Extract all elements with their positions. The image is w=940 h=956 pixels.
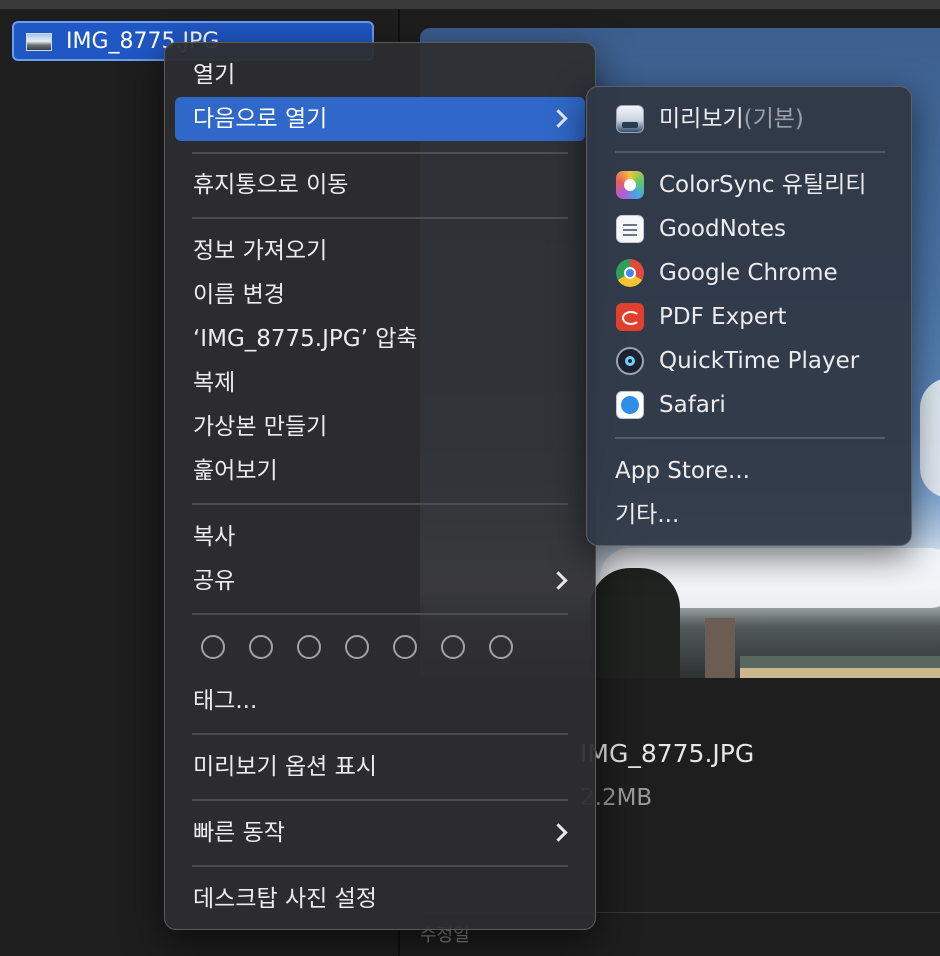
menu-item-label: 가상본 만들기 [193,414,328,440]
menu-separator [192,503,568,505]
menu-item-label: 공유 [193,568,236,594]
other-label: 기타... [615,502,680,528]
app-name: 미리보기 [659,106,744,132]
menu-separator [192,217,568,219]
tag-color-dot[interactable] [297,635,321,659]
app-name: GoodNotes [659,216,786,242]
preview-app-icon [616,105,644,133]
menu-separator [192,152,568,154]
menu-item-rename[interactable]: 이름 변경 [175,273,585,317]
menu-item-label: 다음으로 열기 [193,106,328,132]
menu-item-open[interactable]: 열기 [175,53,585,97]
tag-color-dot[interactable] [201,635,225,659]
submenu-item-app-store[interactable]: App Store... [597,449,903,493]
submenu-separator [615,437,885,439]
tag-color-dot[interactable] [489,635,513,659]
submenu-item-preview[interactable]: 미리보기(기본) [597,97,903,141]
preview-file-title: IMG_8775.JPG [580,739,755,768]
tag-color-dot[interactable] [345,635,369,659]
menu-item-label: 휴지통으로 이동 [193,172,349,198]
context-menu: 열기 다음으로 열기 휴지통으로 이동 정보 가져오기 이름 변경 ‘IMG_8… [164,42,596,930]
tag-color-dot[interactable] [393,635,417,659]
menu-separator [192,799,568,801]
app-name: ColorSync 유틸리티 [659,172,867,198]
menu-item-move-to-trash[interactable]: 휴지통으로 이동 [175,163,585,207]
image-file-icon [26,33,52,51]
menu-item-open-with[interactable]: 다음으로 열기 [175,97,585,141]
chevron-right-icon [549,109,568,128]
menu-item-label: 훑어보기 [193,458,278,484]
pdf-expert-icon [616,303,644,331]
app-name: PDF Expert [659,304,787,330]
toolbar-strip [0,0,940,9]
menu-item-label: ‘IMG_8775.JPG’ 압축 [193,326,418,352]
app-store-label: App Store... [615,458,750,484]
submenu-item-colorsync[interactable]: ColorSync 유틸리티 [597,163,903,207]
chevron-right-icon [549,571,568,590]
menu-separator [192,613,568,615]
menu-item-quick-actions[interactable]: 빠른 동작 [175,811,585,855]
menu-separator [192,865,568,867]
menu-item-label: 이름 변경 [193,282,285,308]
submenu-item-safari[interactable]: Safari [597,383,903,427]
menu-item-set-desktop-picture[interactable]: 데스크탑 사진 설정 [175,877,585,921]
menu-item-label: 빠른 동작 [193,820,285,846]
submenu-item-pdf-expert[interactable]: PDF Expert [597,295,903,339]
menu-item-copy[interactable]: 복사 [175,515,585,559]
menu-separator [192,733,568,735]
tag-color-dot[interactable] [249,635,273,659]
chevron-right-icon [549,823,568,842]
submenu-item-other[interactable]: 기타... [597,493,903,537]
tag-color-dot[interactable] [441,635,465,659]
submenu-item-google-chrome[interactable]: Google Chrome [597,251,903,295]
menu-item-get-info[interactable]: 정보 가져오기 [175,229,585,273]
menu-item-share[interactable]: 공유 [175,559,585,603]
menu-item-make-alias[interactable]: 가상본 만들기 [175,405,585,449]
goodnotes-icon [616,215,644,243]
submenu-separator [615,151,885,153]
menu-item-duplicate[interactable]: 복제 [175,361,585,405]
submenu-item-goodnotes[interactable]: GoodNotes [597,207,903,251]
menu-item-label: 미리보기 옵션 표시 [193,754,377,780]
colorsync-icon [616,171,644,199]
app-name: QuickTime Player [659,348,860,374]
menu-item-label: 데스크탑 사진 설정 [193,886,377,912]
menu-item-tags[interactable]: 태그... [175,679,585,723]
finder-window: IMG_8775.JPG 2.2MB 수정일 IMG_8775.JPG 열기 다… [0,0,940,956]
safari-icon [616,391,644,419]
menu-item-label: 태그... [193,688,258,714]
menu-item-label: 복제 [193,370,236,396]
menu-item-label: 정보 가져오기 [193,238,328,264]
menu-item-compress[interactable]: ‘IMG_8775.JPG’ 압축 [175,317,585,361]
submenu-item-quicktime[interactable]: QuickTime Player [597,339,903,383]
app-name: Google Chrome [659,260,838,286]
menu-item-label: 복사 [193,524,236,550]
open-with-submenu: 미리보기(기본) ColorSync 유틸리티 GoodNotes Google… [586,86,912,546]
menu-item-show-preview-options[interactable]: 미리보기 옵션 표시 [175,745,585,789]
default-suffix: (기본) [743,106,804,132]
app-name: Safari [659,392,726,418]
menu-item-label: 열기 [193,62,236,88]
quicktime-icon [616,347,644,375]
menu-item-quick-look[interactable]: 훑어보기 [175,449,585,493]
chrome-icon [616,259,644,287]
